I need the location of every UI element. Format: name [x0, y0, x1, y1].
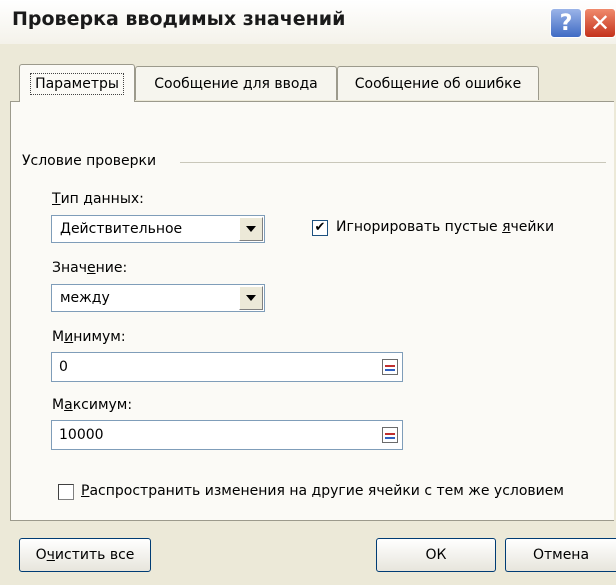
title-bar: Проверка вводимых значений ? ✕	[0, 0, 616, 44]
validation-criteria-label: Условие проверки	[22, 153, 163, 169]
tab-input-message-label: Сообщение для ввода	[154, 75, 318, 92]
minimum-label: Минимум:	[52, 329, 126, 345]
apply-all-label: Распространить изменения на другие ячейк…	[81, 483, 564, 499]
help-icon[interactable]: ?	[550, 8, 582, 38]
tab-parameters-label: Параметры	[30, 72, 124, 95]
value-select[interactable]: между	[51, 284, 265, 312]
tab-input-message[interactable]: Сообщение для ввода	[135, 66, 337, 100]
collapse-dialog-icon[interactable]	[382, 359, 398, 375]
tab-error-message-label: Сообщение об ошибке	[354, 75, 522, 92]
dialog-title: Проверка вводимых значений	[12, 8, 346, 30]
maximum-label: Максимум:	[52, 397, 133, 413]
ignore-blank-label: Игнорировать пустые ячейки	[336, 219, 555, 235]
collapse-dialog-icon[interactable]	[382, 427, 398, 443]
group-divider	[180, 162, 606, 163]
data-type-select[interactable]: Действительное	[51, 215, 265, 243]
ok-button[interactable]: ОК	[376, 538, 496, 572]
value-label: Значение:	[52, 260, 128, 276]
maximum-input[interactable]	[57, 426, 361, 444]
chevron-down-icon[interactable]	[239, 217, 263, 241]
data-type-label: Тип данных:	[52, 191, 144, 207]
minimum-input[interactable]	[57, 358, 361, 376]
clear-all-button[interactable]: Оч истить все	[19, 538, 151, 572]
close-icon[interactable]: ✕	[584, 8, 616, 38]
value-value: между	[60, 290, 110, 306]
chevron-down-icon[interactable]	[239, 286, 263, 310]
apply-all-checkbox[interactable]	[58, 484, 74, 500]
tab-parameters[interactable]: Параметры	[19, 64, 135, 102]
maximum-field[interactable]	[51, 420, 403, 450]
tab-error-message[interactable]: Сообщение об ошибке	[337, 66, 539, 100]
data-type-value: Действительное	[60, 221, 183, 237]
ignore-blank-checkbox[interactable]: ✔	[312, 220, 328, 236]
minimum-field[interactable]	[51, 352, 403, 382]
cancel-button[interactable]: Отмена	[505, 538, 616, 572]
